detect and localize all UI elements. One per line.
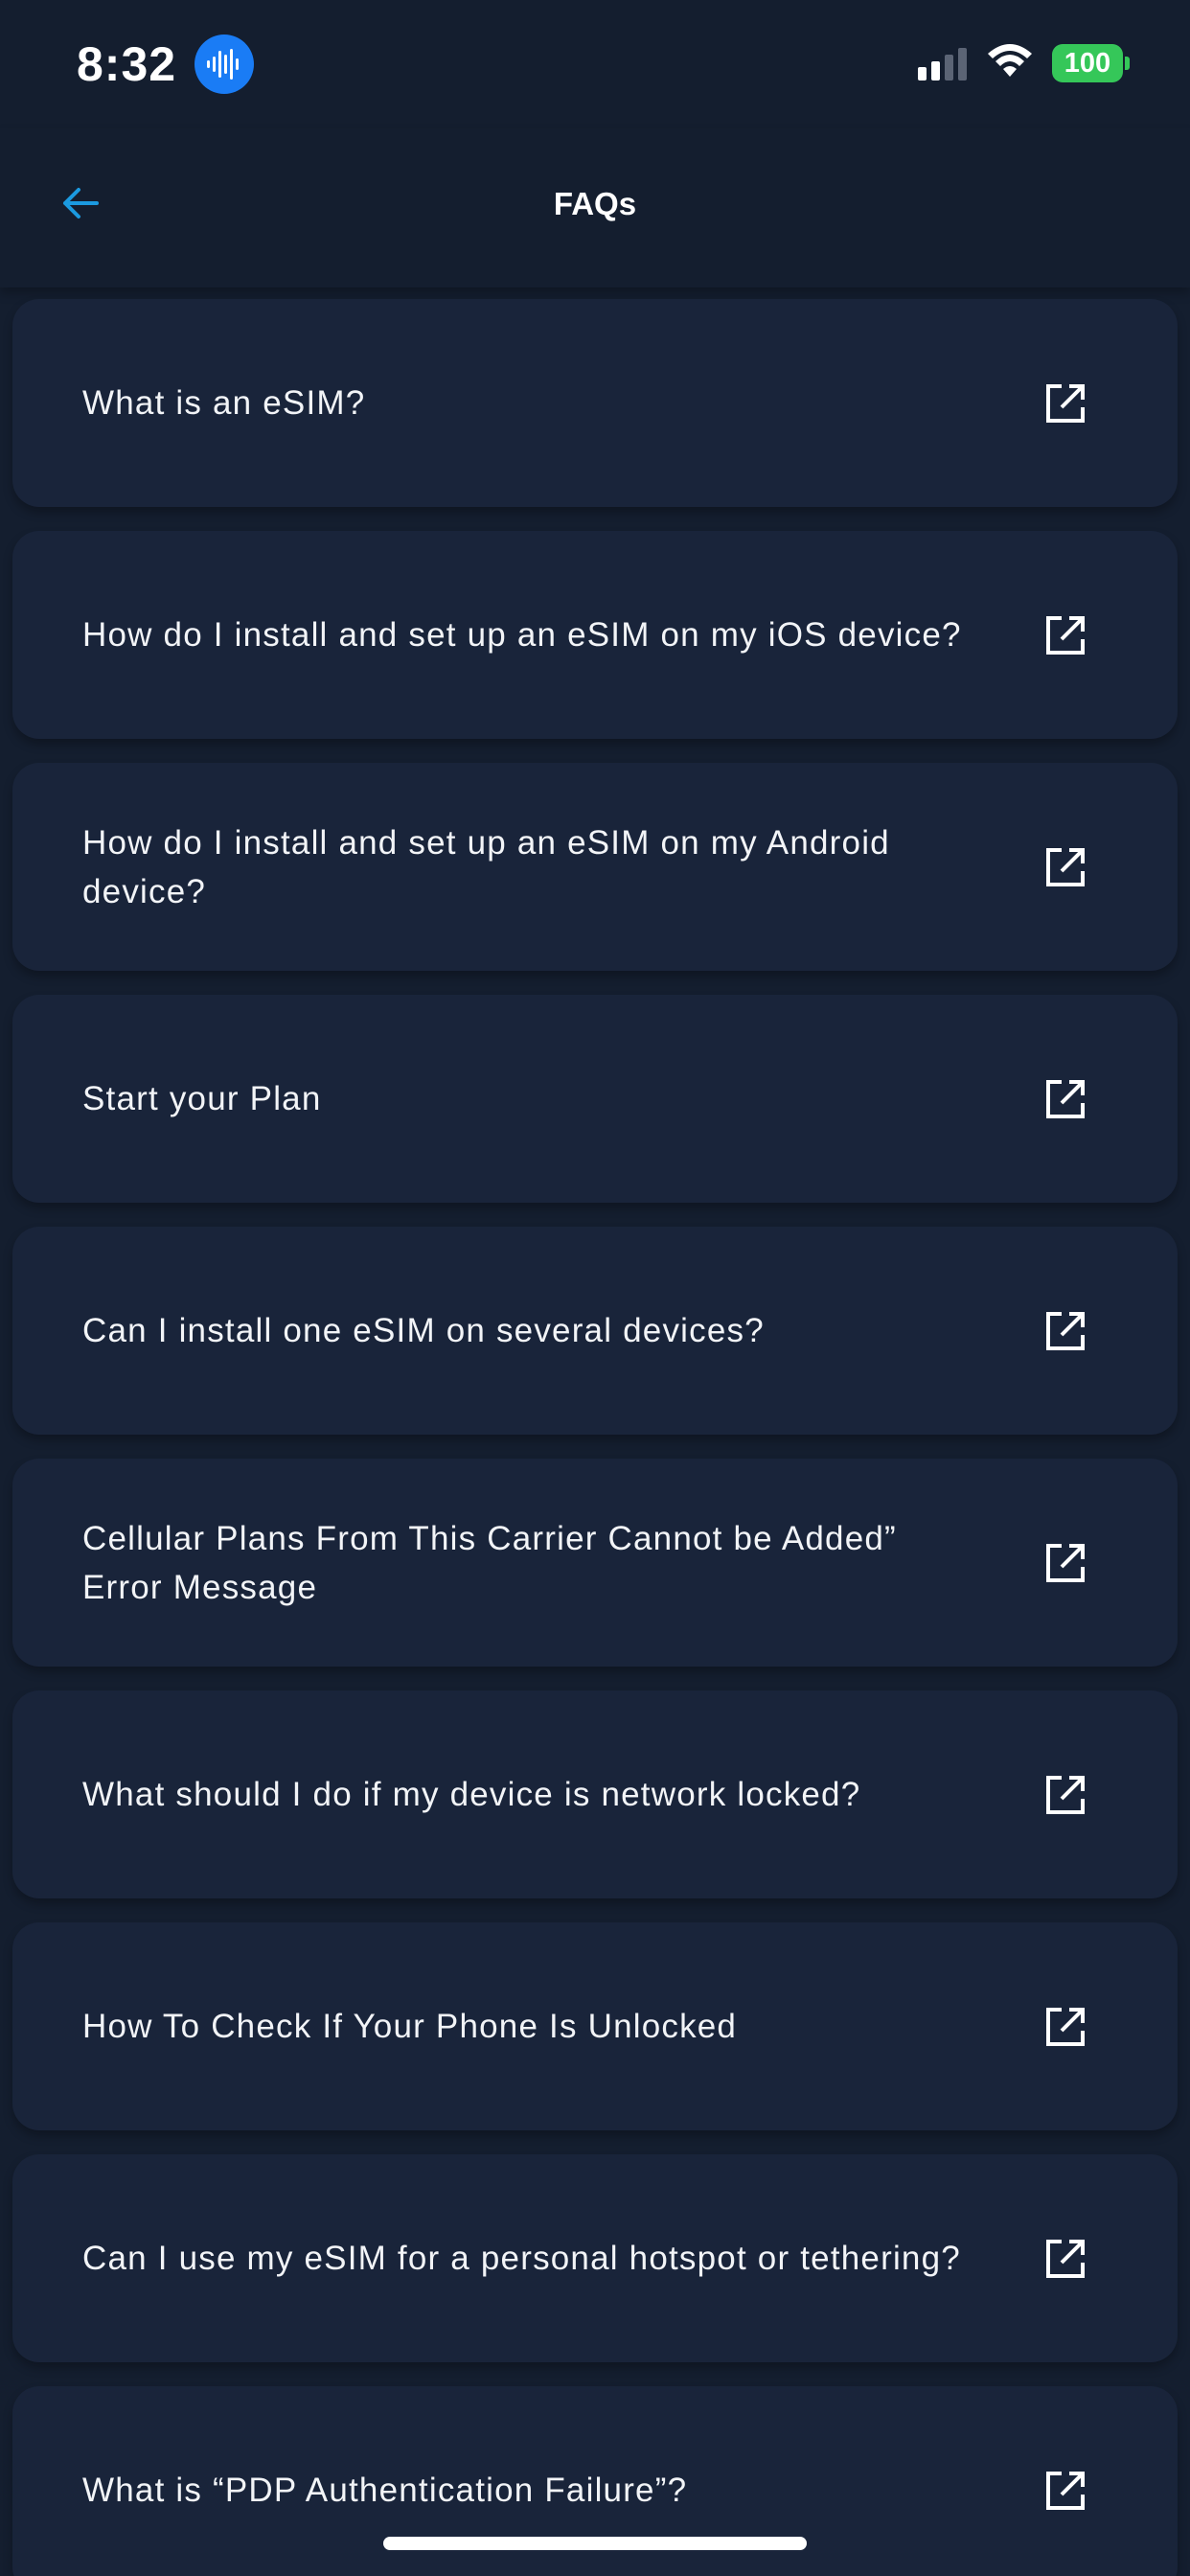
external-link-icon (1046, 2471, 1085, 2510)
external-link-icon (1046, 1311, 1085, 1350)
siri-waveform-icon (195, 34, 254, 94)
faq-label: Start your Plan (82, 1080, 322, 1117)
faq-item[interactable]: Can I use my eSIM for a personal hotspot… (12, 2154, 1178, 2362)
faq-item[interactable]: How do I install and set up an eSIM on m… (12, 531, 1178, 739)
faq-label: Can I install one eSIM on several device… (82, 1312, 765, 1349)
faq-label: How do I install and set up an eSIM on m… (82, 616, 962, 654)
external-link-icon (1046, 2239, 1085, 2278)
app-header: FAQs (0, 128, 1190, 288)
faq-item[interactable]: Cellular Plans From This Carrier Cannot … (12, 1459, 1178, 1667)
status-time: 8:32 (77, 37, 177, 91)
faq-label: How To Check If Your Phone Is Unlocked (82, 2008, 738, 2045)
faq-label: Can I use my eSIM for a personal hotspot… (82, 2240, 961, 2277)
faq-list: What is an eSIM? How do I install and se… (12, 299, 1178, 2576)
external-link-icon (1046, 383, 1085, 423)
faq-item[interactable]: How do I install and set up an eSIM on m… (12, 763, 1178, 971)
faq-item[interactable]: What should I do if my device is network… (12, 1690, 1178, 1898)
external-link-icon (1046, 615, 1085, 655)
faq-item[interactable]: What is an eSIM? (12, 299, 1178, 507)
external-link-icon (1046, 847, 1085, 886)
external-link-icon (1046, 2007, 1085, 2046)
faq-label: What is an eSIM? (82, 384, 366, 422)
faq-label: Cellular Plans From This Carrier Cannot … (82, 1519, 897, 1606)
faq-label: What is “PDP Authentication Failure”? (82, 2472, 688, 2509)
wifi-icon (987, 42, 1033, 80)
battery-cap (1125, 57, 1130, 70)
external-link-icon (1046, 1079, 1085, 1118)
page-title: FAQs (553, 186, 637, 221)
external-link-icon (1046, 1543, 1085, 1582)
status-bar: 8:32 100 (0, 0, 1190, 128)
faq-label: How do I install and set up an eSIM on m… (82, 823, 890, 910)
faq-item[interactable]: How To Check If Your Phone Is Unlocked (12, 1922, 1178, 2130)
faq-label: What should I do if my device is network… (82, 1776, 861, 1813)
faq-item[interactable]: Can I install one eSIM on several device… (12, 1227, 1178, 1435)
external-link-icon (1046, 1775, 1085, 1814)
battery-icon: 100 (1052, 44, 1130, 82)
battery-level: 100 (1052, 44, 1123, 82)
home-indicator[interactable] (383, 2537, 807, 2550)
cellular-signal-icon (918, 48, 970, 80)
faq-item[interactable]: Start your Plan (12, 995, 1178, 1203)
